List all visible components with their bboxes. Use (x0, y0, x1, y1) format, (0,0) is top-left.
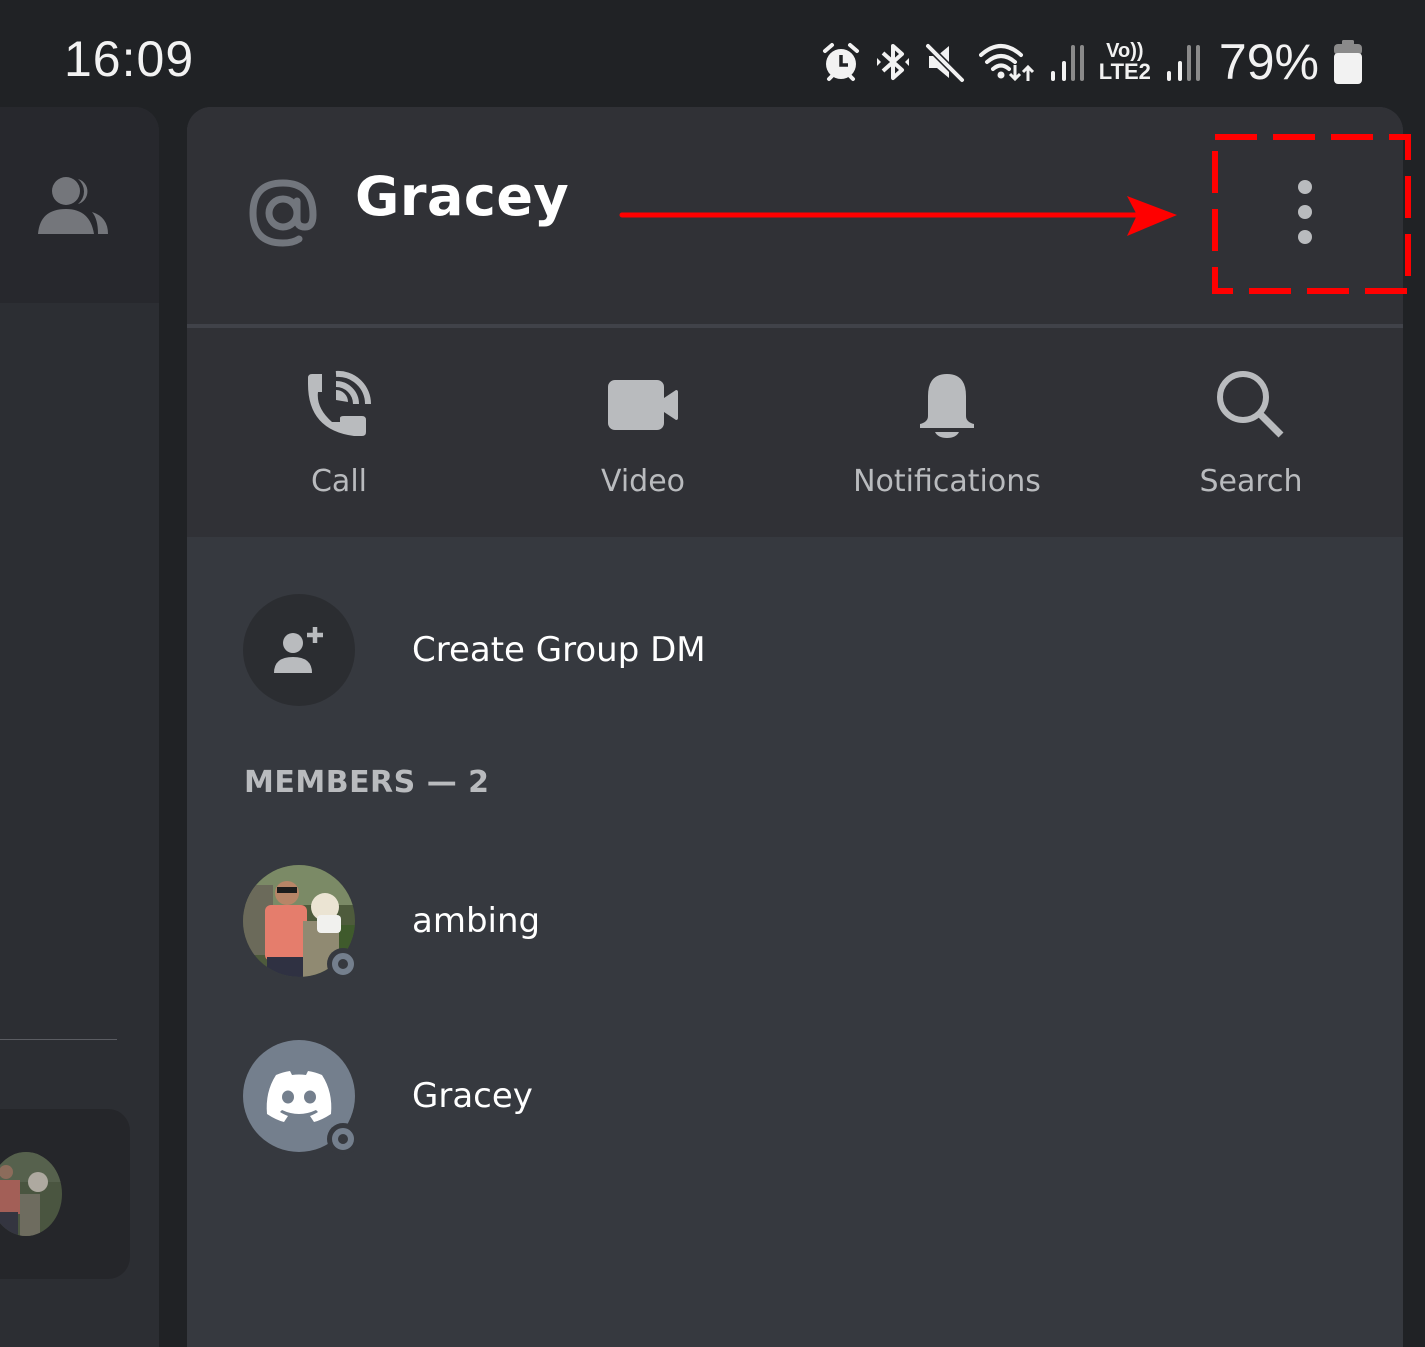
mute-icon (925, 43, 965, 83)
phone-call-icon (308, 370, 372, 436)
channel-title: Gracey (355, 165, 570, 228)
dm-list-divider (0, 1039, 117, 1040)
dm-details-panel: Gracey Call Video Notifications Search C… (187, 107, 1403, 1347)
bluetooth-icon (876, 44, 909, 80)
notifications-button[interactable]: Notifications (795, 328, 1099, 537)
search-icon (1217, 371, 1284, 438)
bell-icon (920, 374, 974, 438)
status-time: 16:09 (64, 31, 195, 87)
dm-list-panel (0, 107, 159, 1347)
at-icon (249, 179, 317, 247)
search-button[interactable]: Search (1099, 328, 1403, 537)
signal-icon (1050, 45, 1084, 81)
signal-icon (1166, 45, 1200, 81)
member-name: ambing (412, 901, 541, 941)
actions-row: Call Video Notifications Search (187, 328, 1403, 537)
create-group-dm-button[interactable]: Create Group DM (243, 594, 843, 706)
status-icons: Vo)) LTE2 79% (821, 34, 1363, 90)
battery-percent: 79% (1218, 34, 1319, 90)
status-offline-indicator (327, 1123, 359, 1155)
member-item[interactable]: Gracey (243, 1040, 943, 1155)
call-label: Call (310, 464, 367, 499)
battery-icon (1334, 40, 1362, 84)
call-button[interactable]: Call (187, 328, 491, 537)
member-item[interactable]: ambing (243, 865, 943, 980)
discord-logo-icon (266, 1071, 332, 1122)
members-header: MEMBERS — 2 (244, 765, 490, 800)
create-group-label: Create Group DM (412, 630, 706, 670)
search-label: Search (1199, 464, 1303, 499)
channel-header: Gracey (187, 107, 1403, 325)
status-bar: 16:09 Vo)) LTE2 79% (0, 0, 1425, 107)
video-label: Video (600, 464, 686, 499)
video-button[interactable]: Video (491, 328, 795, 537)
create-group-icon-circle (243, 594, 355, 706)
add-user-icon (274, 627, 323, 673)
dm-list-header (0, 107, 159, 303)
status-offline-indicator (327, 948, 359, 980)
alarm-icon (822, 43, 859, 81)
member-name: Gracey (412, 1076, 533, 1116)
wifi-icon (978, 44, 1034, 82)
more-vertical-icon (1298, 180, 1312, 194)
volte-icon: Vo)) LTE2 (1098, 40, 1151, 84)
more-options-button[interactable] (1270, 167, 1340, 257)
friends-icon[interactable] (38, 177, 112, 237)
video-camera-icon (608, 380, 678, 430)
notifications-label: Notifications (853, 464, 1041, 499)
